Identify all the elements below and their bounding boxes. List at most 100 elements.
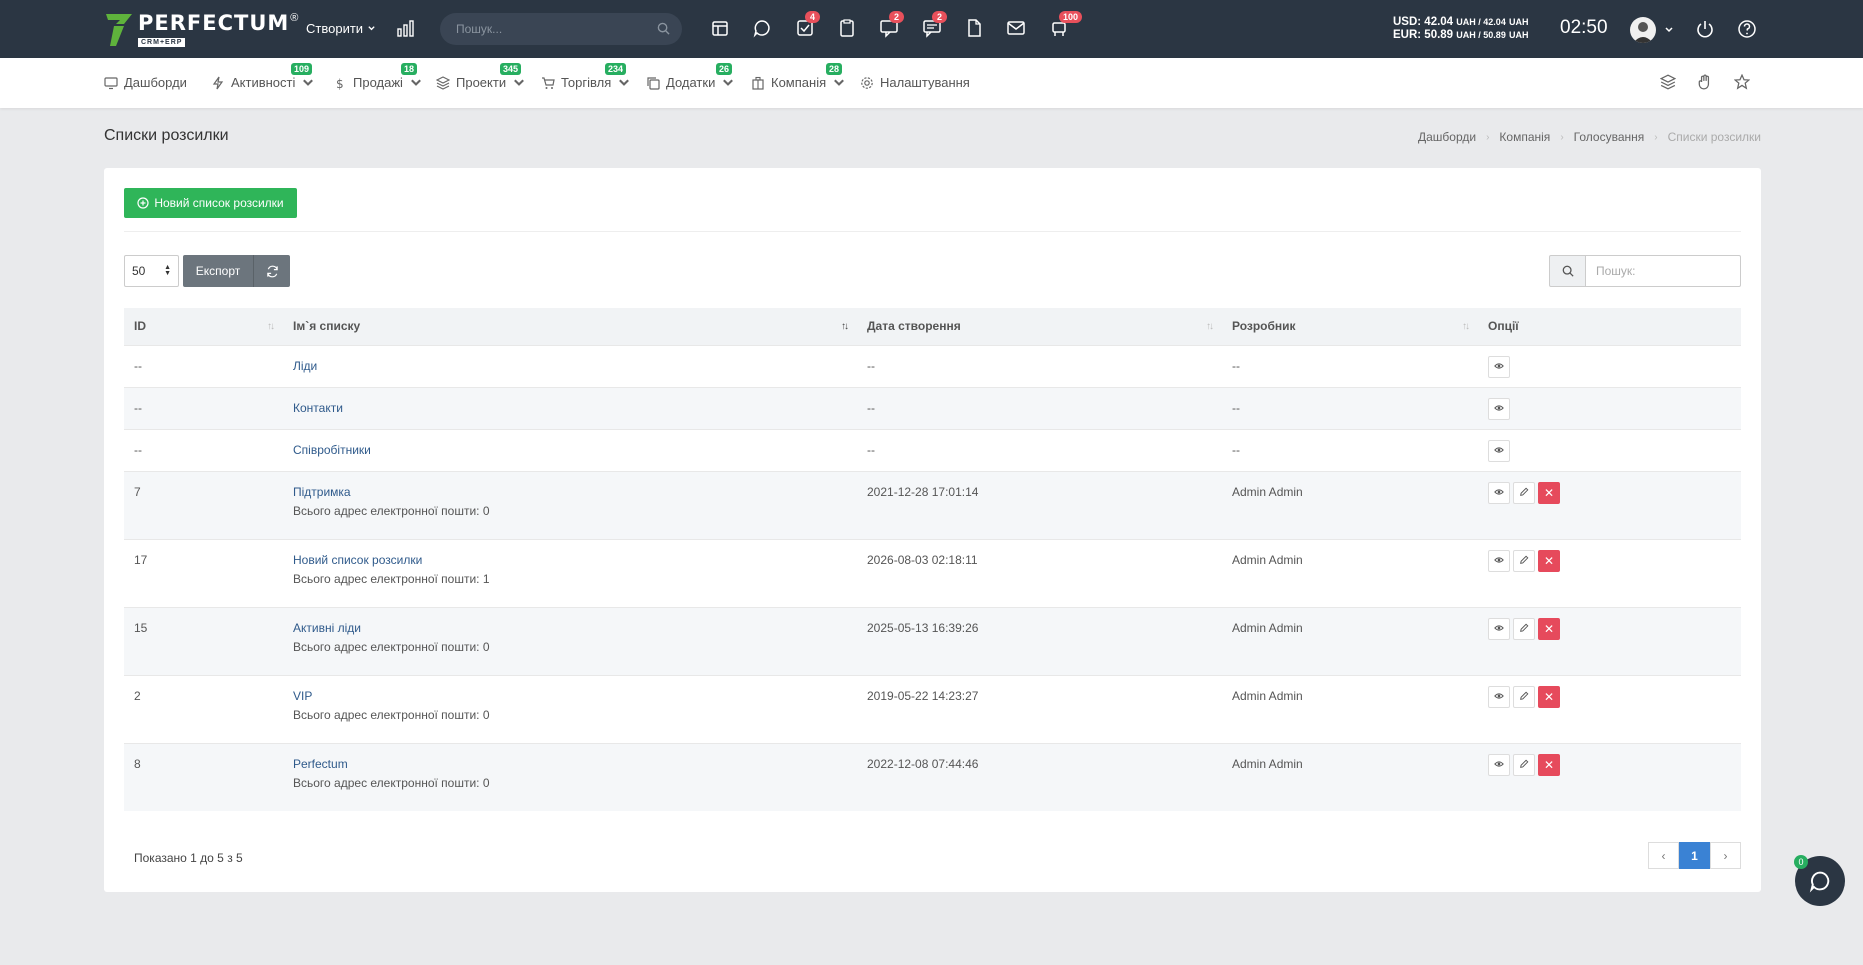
view-button[interactable] — [1488, 397, 1510, 420]
view-button[interactable] — [1488, 481, 1510, 504]
export-button[interactable]: Експорт — [183, 255, 254, 287]
edit-button[interactable] — [1513, 753, 1535, 776]
clipboard-icon[interactable] — [837, 18, 859, 40]
tasks-icon[interactable]: 4 — [795, 11, 820, 40]
close-icon: ✕ — [1543, 621, 1555, 636]
list-name-link[interactable]: Perfectum — [293, 757, 348, 771]
email-count: Всього адрес електронної пошти: 0 — [293, 707, 490, 722]
new-mailing-list-label: Новий список розсилки — [154, 196, 284, 210]
mail-icon[interactable] — [1006, 18, 1028, 40]
star-icon[interactable] — [1733, 73, 1751, 93]
column-header-name[interactable]: Ім`я списку ↑↓ — [283, 308, 857, 345]
delete-button[interactable]: ✕ — [1538, 481, 1560, 504]
global-search[interactable] — [440, 13, 682, 45]
table-row: -- Контакти -- -- — [124, 387, 1741, 429]
layers-icon[interactable] — [1659, 74, 1677, 93]
nav-item-projects[interactable]: Проекти 345 — [436, 63, 526, 90]
notifications-icon[interactable]: 100 — [1049, 11, 1083, 40]
pagination-prev-button[interactable]: ‹ — [1648, 842, 1679, 869]
document-icon[interactable] — [964, 18, 986, 40]
list-name-link[interactable]: Активні ліди — [293, 621, 361, 635]
list-name-link[interactable]: Підтримка — [293, 485, 351, 499]
sort-icon: ↑↓ — [1206, 321, 1214, 332]
new-mailing-list-button[interactable]: Новий список розсилки — [124, 188, 297, 218]
edit-button[interactable] — [1513, 617, 1535, 640]
pagination-next-button[interactable]: › — [1710, 842, 1741, 869]
delete-button[interactable]: ✕ — [1538, 753, 1560, 776]
table-search-icon-button[interactable] — [1549, 255, 1586, 287]
edit-button[interactable] — [1513, 481, 1535, 504]
list-name-link[interactable]: Контакти — [293, 401, 343, 415]
list-name-link[interactable]: Ліди — [293, 359, 317, 373]
view-button[interactable] — [1488, 439, 1510, 462]
nav-item-dashboards[interactable]: Дашборди — [104, 75, 187, 90]
delete-button[interactable]: ✕ — [1538, 549, 1560, 572]
eye-icon — [1494, 486, 1504, 500]
delete-button[interactable]: ✕ — [1538, 617, 1560, 640]
chat-widget-button[interactable]: 0 — [1794, 855, 1845, 906]
cell-options — [1478, 387, 1741, 429]
list-name-link[interactable]: VIP — [293, 689, 312, 703]
nav-item-trade[interactable]: Торгівля 234 — [541, 63, 631, 90]
clock: 02:50 — [1560, 17, 1608, 38]
view-button[interactable] — [1488, 685, 1510, 708]
view-button[interactable] — [1488, 355, 1510, 378]
column-header-id[interactable]: ID ↑↓ — [124, 308, 283, 345]
refresh-button[interactable] — [254, 255, 290, 287]
messages-icon[interactable]: 2 — [879, 11, 904, 40]
power-icon[interactable] — [1695, 19, 1715, 42]
pencil-icon — [1519, 622, 1529, 636]
eye-icon — [1494, 758, 1504, 772]
nav-badge: 28 — [826, 63, 843, 75]
view-button[interactable] — [1488, 617, 1510, 640]
nav-item-settings[interactable]: Налаштування — [860, 75, 970, 90]
nav-badge: 26 — [716, 63, 733, 75]
sort-desc-icon: ↑↓ — [841, 321, 849, 332]
list-name-link[interactable]: Новий список розсилки — [293, 553, 422, 567]
view-button[interactable] — [1488, 549, 1510, 572]
hand-icon[interactable] — [1697, 74, 1713, 93]
cell-author: Admin Admin — [1232, 620, 1303, 635]
chat-bubble-icon[interactable] — [752, 18, 774, 40]
pagination-page-button[interactable]: 1 — [1679, 842, 1710, 869]
cell-options: ✕ — [1478, 471, 1741, 539]
dollar-icon: $ — [336, 77, 344, 90]
calendar-icon[interactable] — [710, 18, 732, 40]
breadcrumb-item[interactable]: Дашборди — [1418, 130, 1476, 144]
delete-button[interactable]: ✕ — [1538, 685, 1560, 708]
logo[interactable]: PERFECTUM® CRM+ERP — [104, 12, 298, 48]
help-icon[interactable] — [1737, 19, 1757, 42]
chevron-down-icon — [723, 78, 734, 86]
column-header-date[interactable]: Дата створення ↑↓ — [857, 308, 1222, 345]
table-search-input[interactable] — [1585, 255, 1741, 287]
nav-item-sales[interactable]: $ Продажі 18 — [333, 63, 423, 90]
page-length-select[interactable]: 50 ▲ ▼ — [124, 255, 179, 287]
global-search-input[interactable] — [456, 22, 646, 36]
layers-icon — [436, 75, 450, 90]
view-button[interactable] — [1488, 753, 1510, 776]
chat-widget-badge: 0 — [1794, 855, 1808, 869]
comments-icon[interactable]: 2 — [922, 11, 947, 40]
nav-badge: 345 — [500, 63, 522, 75]
breadcrumb-item[interactable]: Голосування — [1574, 130, 1645, 144]
column-header-author[interactable]: Розробник ↑↓ — [1222, 308, 1478, 345]
edit-button[interactable] — [1513, 549, 1535, 572]
nav-item-activities[interactable]: Активності 109 — [211, 63, 315, 90]
nav-item-label: Додатки — [666, 75, 716, 90]
cell-date: 2019-05-22 14:23:27 — [867, 688, 979, 703]
pencil-icon — [1519, 690, 1529, 704]
nav-item-company[interactable]: Компанія 28 — [751, 63, 846, 90]
breadcrumb-item[interactable]: Компанія — [1499, 130, 1550, 144]
avatar[interactable] — [1630, 17, 1656, 43]
create-dropdown[interactable]: Створити — [306, 21, 376, 36]
edit-button[interactable] — [1513, 685, 1535, 708]
cell-name: Підтримка Всього адрес електронної пошти:… — [283, 471, 857, 539]
search-icon[interactable] — [657, 22, 670, 38]
top-bar: PERFECTUM® CRM+ERP Створити 4 2 2 — [0, 0, 1863, 58]
bar-chart-icon[interactable] — [397, 19, 415, 40]
eye-icon — [1494, 402, 1504, 416]
list-name-link[interactable]: Співробітники — [293, 443, 371, 457]
cell-author: -- — [1232, 442, 1240, 457]
chevron-down-icon[interactable] — [1664, 24, 1674, 38]
nav-item-addons[interactable]: Додатки 26 — [646, 63, 735, 90]
